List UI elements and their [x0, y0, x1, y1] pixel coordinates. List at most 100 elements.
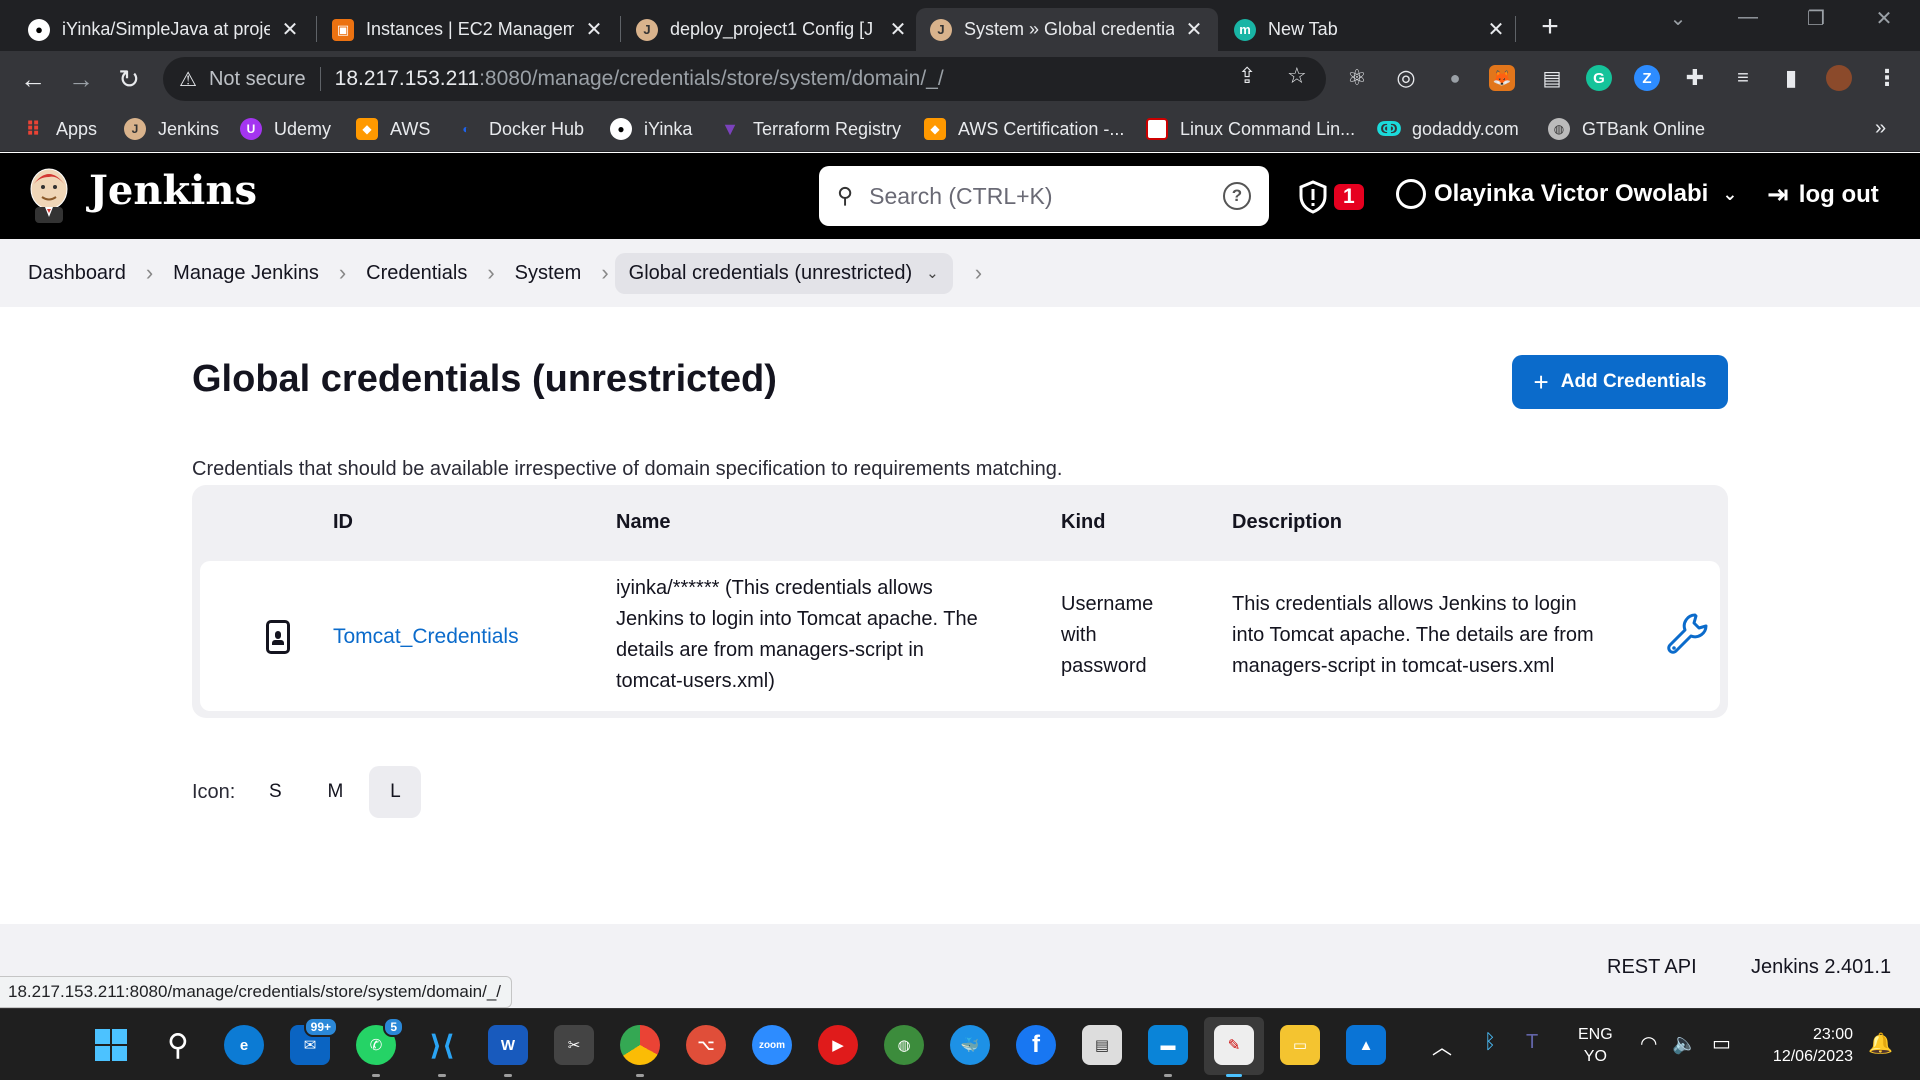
bookmark-aws[interactable]: ◆ AWS: [356, 115, 430, 143]
system-clock[interactable]: 23:00 12/06/2023: [1758, 1024, 1853, 1068]
column-header-kind[interactable]: Kind: [1061, 511, 1105, 534]
whatsapp-icon[interactable]: ✆ 5: [356, 1017, 404, 1077]
rest-api-link[interactable]: REST API: [1607, 956, 1697, 979]
language-indicator[interactable]: ENG YO: [1578, 1024, 1613, 1068]
user-name[interactable]: Olayinka Victor Owolabi: [1434, 180, 1708, 208]
jenkins-brand-title[interactable]: Jenkins: [89, 167, 257, 214]
breadcrumb-dashboard[interactable]: Dashboard: [28, 262, 126, 285]
bookmark-jenkins[interactable]: J Jenkins: [124, 115, 219, 143]
chrome-icon[interactable]: [620, 1025, 660, 1077]
close-icon[interactable]: ✕: [888, 17, 908, 42]
zoom-icon[interactable]: zoom: [752, 1025, 792, 1065]
clipboard-extension-icon[interactable]: ▤: [1539, 65, 1565, 91]
restore-icon[interactable]: ❐: [1796, 6, 1836, 31]
close-icon[interactable]: ✕: [1486, 17, 1506, 42]
forward-icon[interactable]: →: [64, 62, 98, 96]
bookmark-gtbank[interactable]: ◍ GTBank Online: [1548, 115, 1705, 143]
jenkins-logo-icon[interactable]: [27, 167, 71, 225]
chevron-right-icon[interactable]: ›: [975, 260, 982, 286]
git-icon[interactable]: ⌥: [686, 1025, 726, 1065]
jenkins-version-link[interactable]: Jenkins 2.401.1: [1751, 956, 1891, 979]
breadcrumb-global-credentials[interactable]: Global credentials (unrestricted) ⌄: [614, 252, 953, 294]
bookmark-apps[interactable]: ⠿ Apps: [22, 115, 97, 143]
tab-search-icon[interactable]: ⌄: [1658, 6, 1698, 31]
back-icon[interactable]: ←: [16, 62, 50, 96]
warning-icon[interactable]: ⚠: [179, 67, 197, 92]
bookmark-docker-hub[interactable]: ◐ Docker Hub: [455, 115, 584, 143]
wifi-icon[interactable]: ◠: [1640, 1031, 1657, 1056]
remote-desktop-icon[interactable]: ▬: [1148, 1025, 1188, 1077]
chevron-down-icon[interactable]: ⌄: [926, 264, 939, 282]
mail-icon[interactable]: ✉ 99+: [290, 1017, 338, 1065]
bookmark-godaddy[interactable]: ↂ godaddy.com: [1376, 115, 1519, 143]
new-tab-button[interactable]: +: [1535, 10, 1565, 44]
bookmark-star-icon[interactable]: ☆: [1287, 63, 1307, 89]
browser-tab[interactable]: ● iYinka/SimpleJava at proje ✕: [14, 8, 314, 51]
bluetooth-icon[interactable]: ᛒ: [1484, 1031, 1496, 1054]
metamask-icon[interactable]: 🦊: [1489, 65, 1515, 91]
wrench-icon[interactable]: [1665, 611, 1711, 657]
user-menu[interactable]: Olayinka Victor Owolabi ⌄: [1396, 179, 1737, 209]
profile-avatar[interactable]: [1826, 65, 1852, 91]
reload-icon[interactable]: ↻: [112, 62, 146, 96]
notifications-icon[interactable]: 🔔: [1868, 1031, 1893, 1056]
url-host[interactable]: 18.217.153.211: [335, 67, 479, 91]
bookmark-aws-certification[interactable]: ◆ AWS Certification -...: [924, 115, 1124, 143]
add-credentials-button[interactable]: + Add Credentials: [1512, 355, 1728, 409]
column-header-description[interactable]: Description: [1232, 511, 1342, 534]
windows-start-icon[interactable]: [91, 1025, 131, 1065]
snip-sketch-icon[interactable]: ✎: [1214, 1025, 1254, 1077]
globe-app-icon[interactable]: ◍: [884, 1025, 924, 1065]
battery-icon[interactable]: ▭: [1712, 1031, 1731, 1056]
share-icon[interactable]: ⇪: [1238, 63, 1256, 89]
minimize-icon[interactable]: —: [1728, 6, 1768, 29]
breadcrumb-system[interactable]: System: [515, 262, 582, 285]
bookmarks-overflow-icon[interactable]: »: [1875, 117, 1886, 140]
bookmark-linux-command[interactable]: Linux Command Lin...: [1146, 115, 1355, 143]
logout-link[interactable]: ⇥ log out: [1767, 179, 1879, 210]
browser-tab-active[interactable]: J System » Global credentia ✕: [916, 8, 1218, 51]
help-icon[interactable]: ?: [1223, 182, 1251, 210]
icon-size-m[interactable]: M: [309, 766, 361, 818]
media-control-icon[interactable]: ≡: [1730, 65, 1756, 91]
grammarly-icon[interactable]: G: [1586, 65, 1612, 91]
column-header-name[interactable]: Name: [616, 511, 670, 534]
extensions-puzzle-icon[interactable]: ✚: [1682, 65, 1708, 91]
bulb-extension-icon[interactable]: ●: [1442, 65, 1468, 91]
bookmark-iyinka[interactable]: ● iYinka: [610, 115, 692, 143]
target-extension-icon[interactable]: ◎: [1393, 65, 1419, 91]
credential-id-link[interactable]: Tomcat_Credentials: [333, 625, 519, 648]
react-devtools-icon[interactable]: ⚛: [1344, 65, 1370, 91]
browser-tab[interactable]: J deploy_project1 Config [J ✕: [622, 8, 922, 51]
close-icon[interactable]: ✕: [1184, 17, 1204, 42]
edge-icon[interactable]: e: [224, 1025, 264, 1065]
facebook-icon[interactable]: f: [1016, 1025, 1056, 1065]
file-explorer-icon[interactable]: ▭: [1280, 1025, 1320, 1065]
column-header-id[interactable]: ID: [333, 511, 353, 534]
chevron-down-icon[interactable]: ⌄: [1722, 184, 1737, 205]
breadcrumb-credentials[interactable]: Credentials: [366, 262, 467, 285]
photos-icon[interactable]: ▲: [1346, 1025, 1386, 1065]
close-window-icon[interactable]: ✕: [1864, 6, 1904, 31]
bookmark-udemy[interactable]: U Udemy: [240, 115, 331, 143]
search-box[interactable]: ⚲ ?: [819, 166, 1269, 226]
python-file-icon[interactable]: ▤: [1082, 1025, 1122, 1065]
teams-icon[interactable]: T: [1526, 1031, 1538, 1054]
security-label[interactable]: Not secure: [209, 68, 306, 91]
bookmark-terraform[interactable]: ▼ Terraform Registry: [719, 115, 901, 143]
snipping-tool-icon[interactable]: ✂: [554, 1025, 594, 1065]
kebab-menu-icon[interactable]: ⋮: [1874, 65, 1900, 91]
youtube-music-icon[interactable]: ▶: [818, 1025, 858, 1065]
close-icon[interactable]: ✕: [280, 17, 300, 42]
url-path[interactable]: :8080/manage/credentials/store/system/do…: [479, 67, 944, 91]
search-icon[interactable]: ⚲: [158, 1025, 198, 1065]
breadcrumb-manage-jenkins[interactable]: Manage Jenkins: [173, 262, 319, 285]
icon-size-l[interactable]: L: [369, 766, 422, 818]
search-input[interactable]: [869, 182, 1223, 210]
browser-tab[interactable]: m New Tab ✕: [1220, 8, 1520, 51]
tray-overflow-icon[interactable]: ︿: [1432, 1031, 1452, 1060]
side-panel-icon[interactable]: ▮: [1778, 65, 1804, 91]
vscode-icon[interactable]: ⟩⟨: [422, 1025, 462, 1077]
close-icon[interactable]: ✕: [584, 17, 604, 42]
docker-desktop-icon[interactable]: 🐳: [950, 1025, 990, 1065]
